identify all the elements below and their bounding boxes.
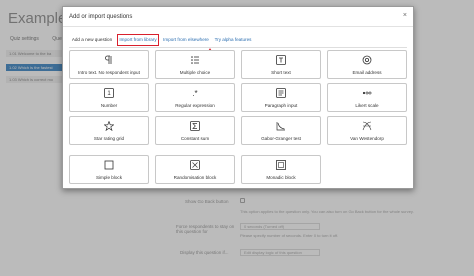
shuffle-block-icon	[190, 160, 200, 170]
paragraph-input-icon	[276, 88, 286, 98]
tab-import-from-elsewhere[interactable]: Import from elsewhere	[163, 34, 209, 46]
tile-monadic-block[interactable]: Monadic block	[241, 155, 321, 184]
paragraph-icon	[105, 55, 112, 64]
tile-label: Email address	[352, 70, 382, 75]
tile-regular-expression[interactable]: .* Regular expression	[155, 83, 235, 112]
tab-try-alpha-features[interactable]: Try alpha features	[213, 34, 253, 46]
divider	[63, 26, 413, 27]
dialog-tabs: Add a new question Import from library I…	[69, 34, 407, 46]
tile-label: Gabor-Granger test	[261, 136, 301, 141]
cross-lines-chart-icon	[362, 121, 372, 131]
svg-text:.*: .*	[192, 89, 197, 98]
tile-likert-scale[interactable]: Likert scale	[327, 83, 407, 112]
tile-label: Constant sum	[180, 136, 210, 141]
sigma-icon	[190, 121, 200, 131]
dialog-title: Add or import questions	[69, 14, 133, 20]
curve-chart-icon	[276, 122, 285, 131]
block-icon	[104, 160, 114, 170]
tab-import-from-library[interactable]: Import from library	[117, 34, 159, 46]
tile-label: Van Westendorp	[350, 136, 384, 141]
tile-constant-sum[interactable]: Constant sum	[155, 116, 235, 145]
tile-label: Paragraph input	[264, 103, 298, 108]
tile-label: Short text	[271, 70, 291, 75]
regex-icon: .*	[192, 89, 197, 98]
tile-label: Intro text. No respondent input	[78, 70, 140, 75]
tile-email-address[interactable]: Email address	[327, 50, 407, 79]
tile-label: Regular expression	[175, 103, 215, 108]
number-icon: 1	[104, 88, 114, 98]
tile-number[interactable]: 1 Number	[69, 83, 149, 112]
divider	[69, 47, 407, 48]
tile-short-text[interactable]: Short text	[241, 50, 321, 79]
monadic-block-icon	[276, 160, 286, 170]
tile-label: Number	[100, 103, 118, 108]
tile-van-westendorp[interactable]: Van Westendorp	[327, 116, 407, 145]
tile-multiple-choice[interactable]: Multiple choice	[155, 50, 235, 79]
list-icon	[191, 56, 199, 64]
svg-text:1: 1	[107, 91, 111, 97]
tile-intro-text[interactable]: Intro text. No respondent input	[69, 50, 149, 79]
tab-add-new-question[interactable]: Add a new question	[69, 34, 115, 46]
tile-label: Monadic block	[266, 175, 296, 180]
tile-star-rating-grid[interactable]: Star rating grid	[69, 116, 149, 145]
likert-icon	[362, 91, 372, 95]
text-cursor-icon	[276, 55, 286, 65]
tile-label: Randomisation block	[173, 175, 217, 180]
tile-label: Star rating grid	[93, 136, 125, 141]
star-icon	[104, 121, 114, 131]
tile-simple-block[interactable]: Simple block	[69, 155, 149, 184]
email-icon	[362, 55, 372, 65]
add-import-questions-dialog: Add or import questions × Add a new ques…	[62, 6, 414, 189]
tile-label: Multiple choice	[179, 70, 211, 75]
close-button[interactable]: ×	[403, 12, 407, 19]
tile-gabor-granger-test[interactable]: Gabor-Granger test	[241, 116, 321, 145]
tile-label: Simple block	[95, 175, 123, 180]
tile-randomisation-block[interactable]: Randomisation block	[155, 155, 235, 184]
tile-label: Likert scale	[355, 103, 379, 108]
tile-paragraph-input[interactable]: Paragraph input	[241, 83, 321, 112]
